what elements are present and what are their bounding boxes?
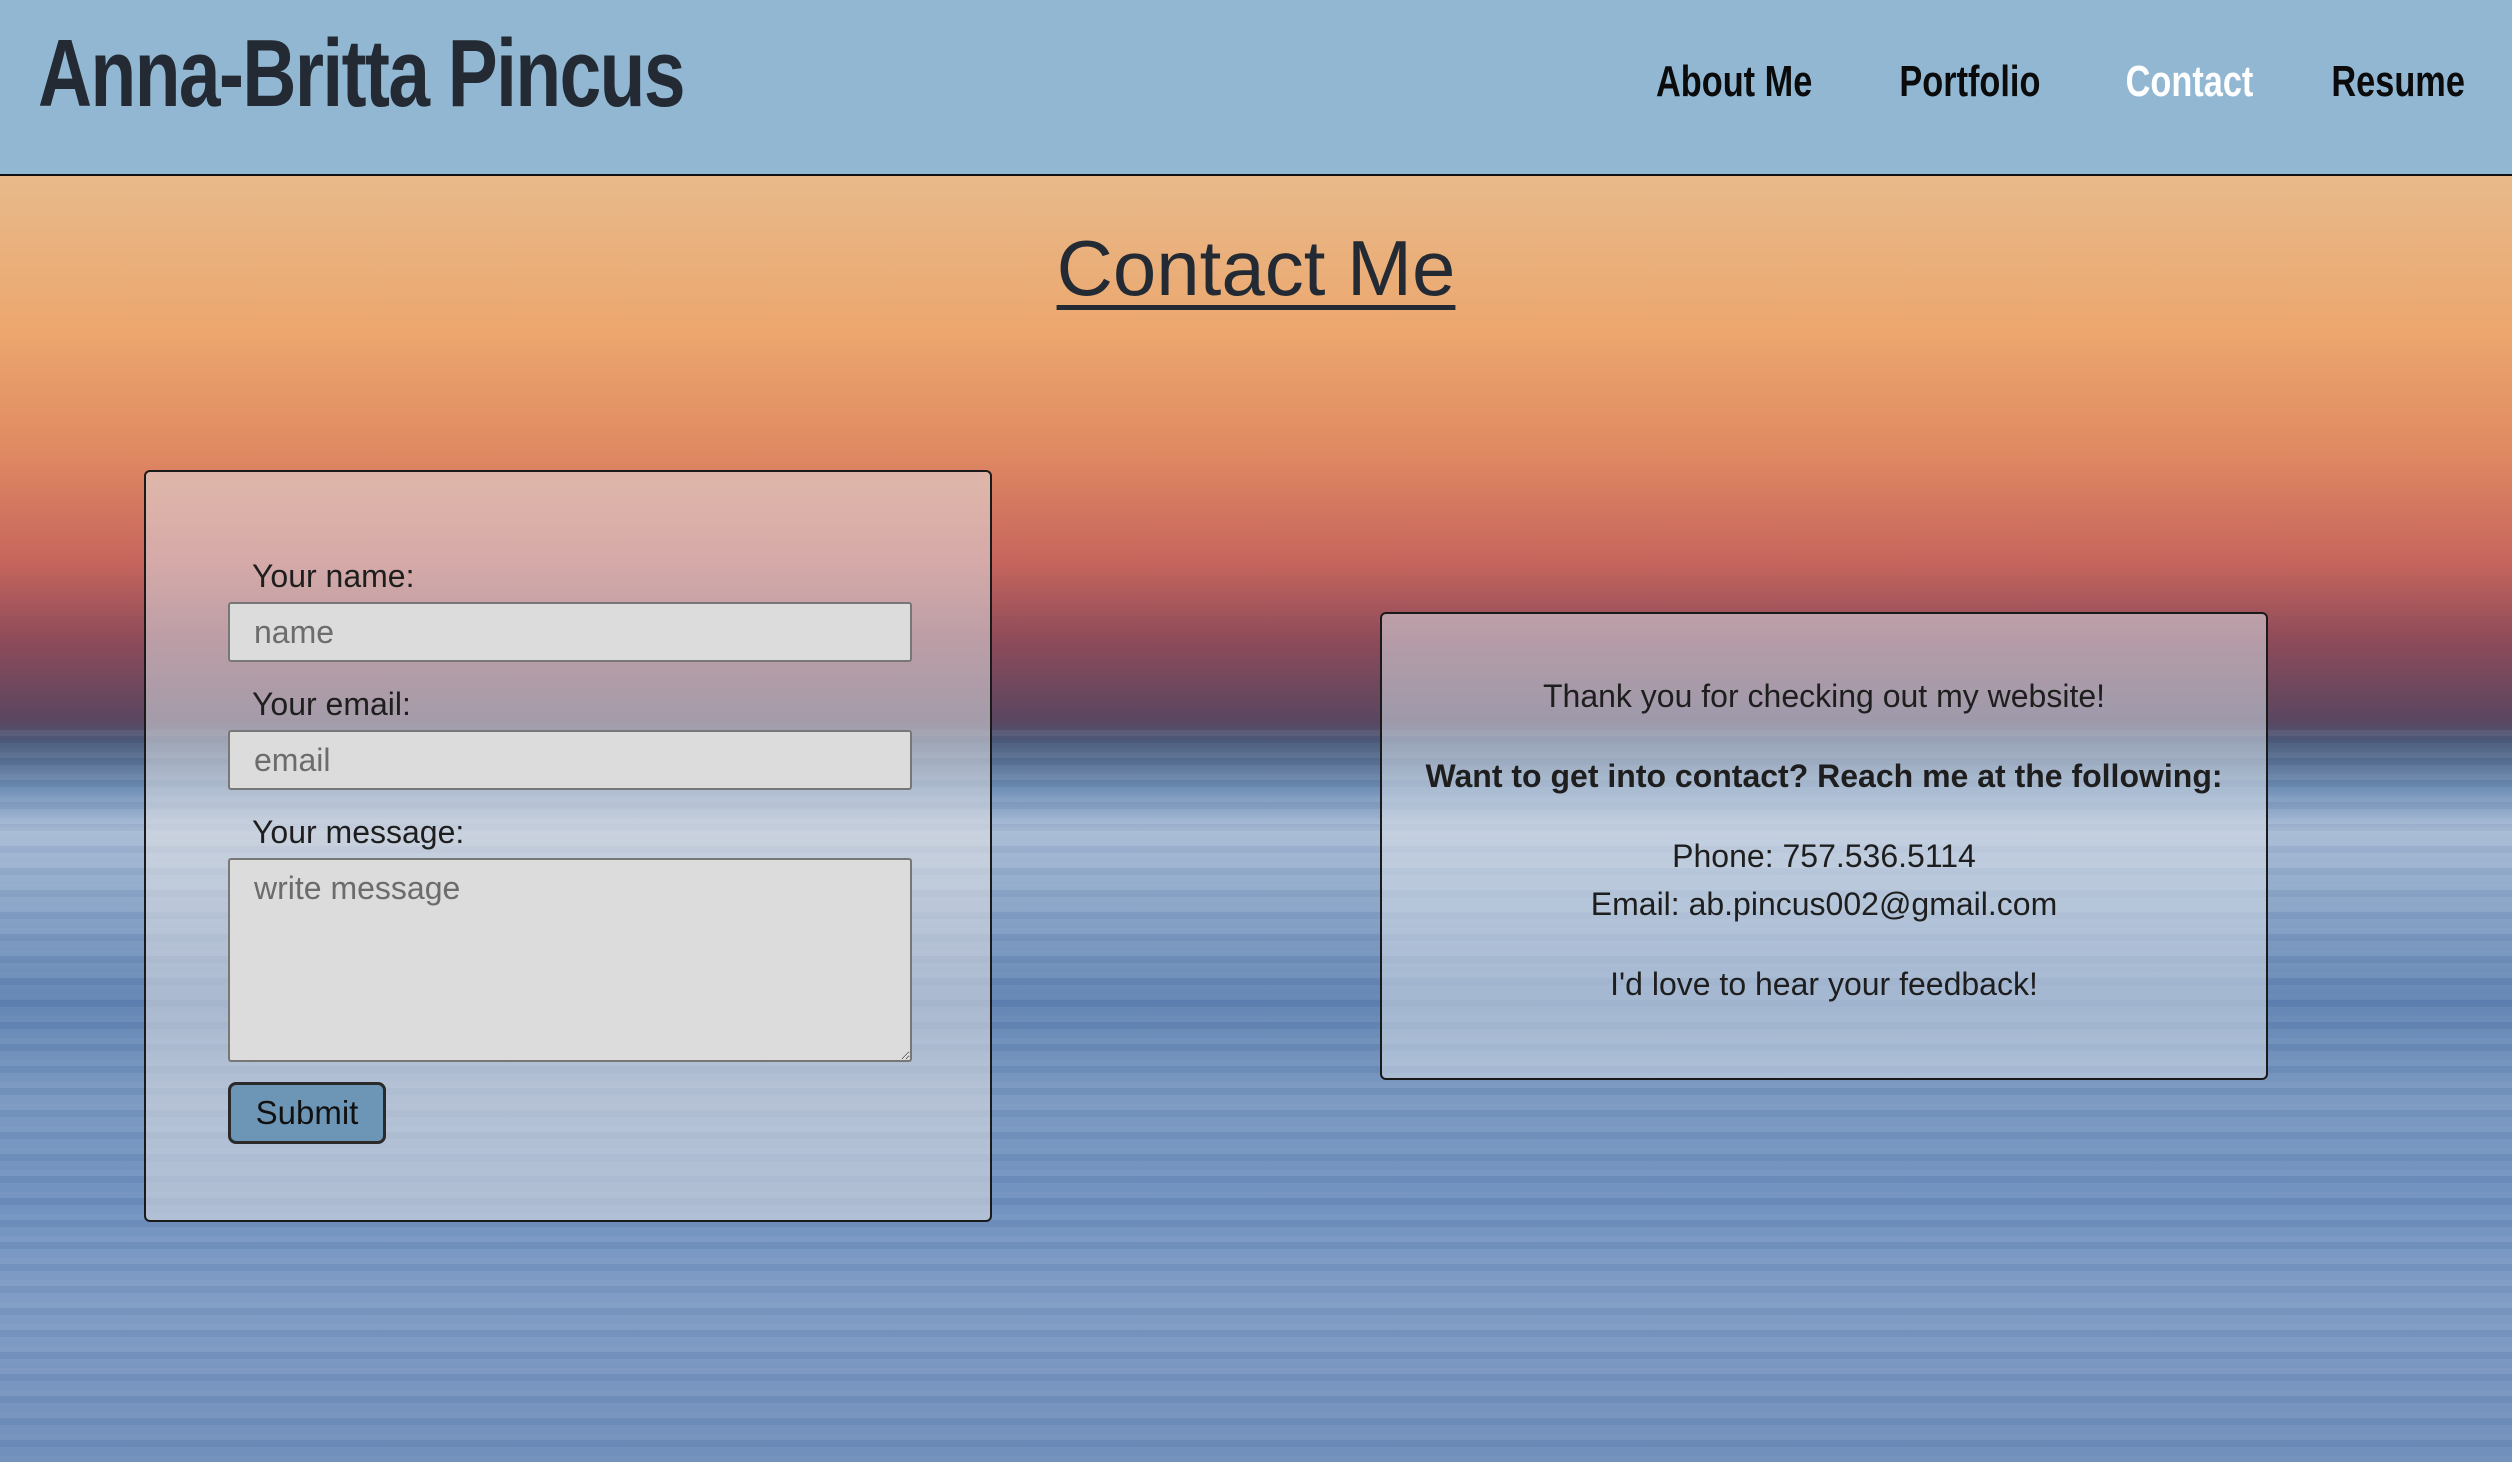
nav-about-me[interactable]: About Me bbox=[1656, 52, 1812, 112]
message-label: Your message: bbox=[252, 814, 465, 850]
phone-text: Phone: 757.536.5114 bbox=[1672, 838, 1976, 874]
name-input[interactable] bbox=[228, 602, 912, 662]
name-label: Your name: bbox=[252, 558, 415, 594]
nav-portfolio[interactable]: Portfolio bbox=[1899, 52, 2040, 112]
main-nav: About Me Portfolio Contact Resume bbox=[1634, 52, 2472, 112]
contact-form: Your name: Your email: Your message: Sub… bbox=[144, 470, 992, 1222]
email-input[interactable] bbox=[228, 730, 912, 790]
site-header: Anna-Britta Pincus About Me Portfolio Co… bbox=[0, 0, 2512, 176]
thanks-text: Thank you for checking out my website! bbox=[1542, 678, 2106, 714]
nav-contact[interactable]: Contact bbox=[2126, 52, 2254, 112]
nav-resume[interactable]: Resume bbox=[2331, 52, 2465, 112]
message-textarea[interactable] bbox=[228, 858, 912, 1062]
contact-info-card: Thank you for checking out my website! W… bbox=[1380, 612, 2268, 1080]
feedback-text: I'd love to hear your feedback! bbox=[1610, 966, 2038, 1002]
email-text: Email: ab.pincus002@gmail.com bbox=[1590, 886, 2058, 922]
page-heading-text: Contact Me bbox=[1056, 224, 1456, 312]
contact-cta-text: Want to get into contact? Reach me at th… bbox=[1425, 758, 2223, 794]
email-label: Your email: bbox=[252, 686, 411, 722]
page-heading: Contact Me bbox=[0, 218, 2512, 318]
site-title[interactable]: Anna-Britta Pincus bbox=[38, 14, 685, 134]
submit-button[interactable]: Submit bbox=[228, 1082, 386, 1144]
